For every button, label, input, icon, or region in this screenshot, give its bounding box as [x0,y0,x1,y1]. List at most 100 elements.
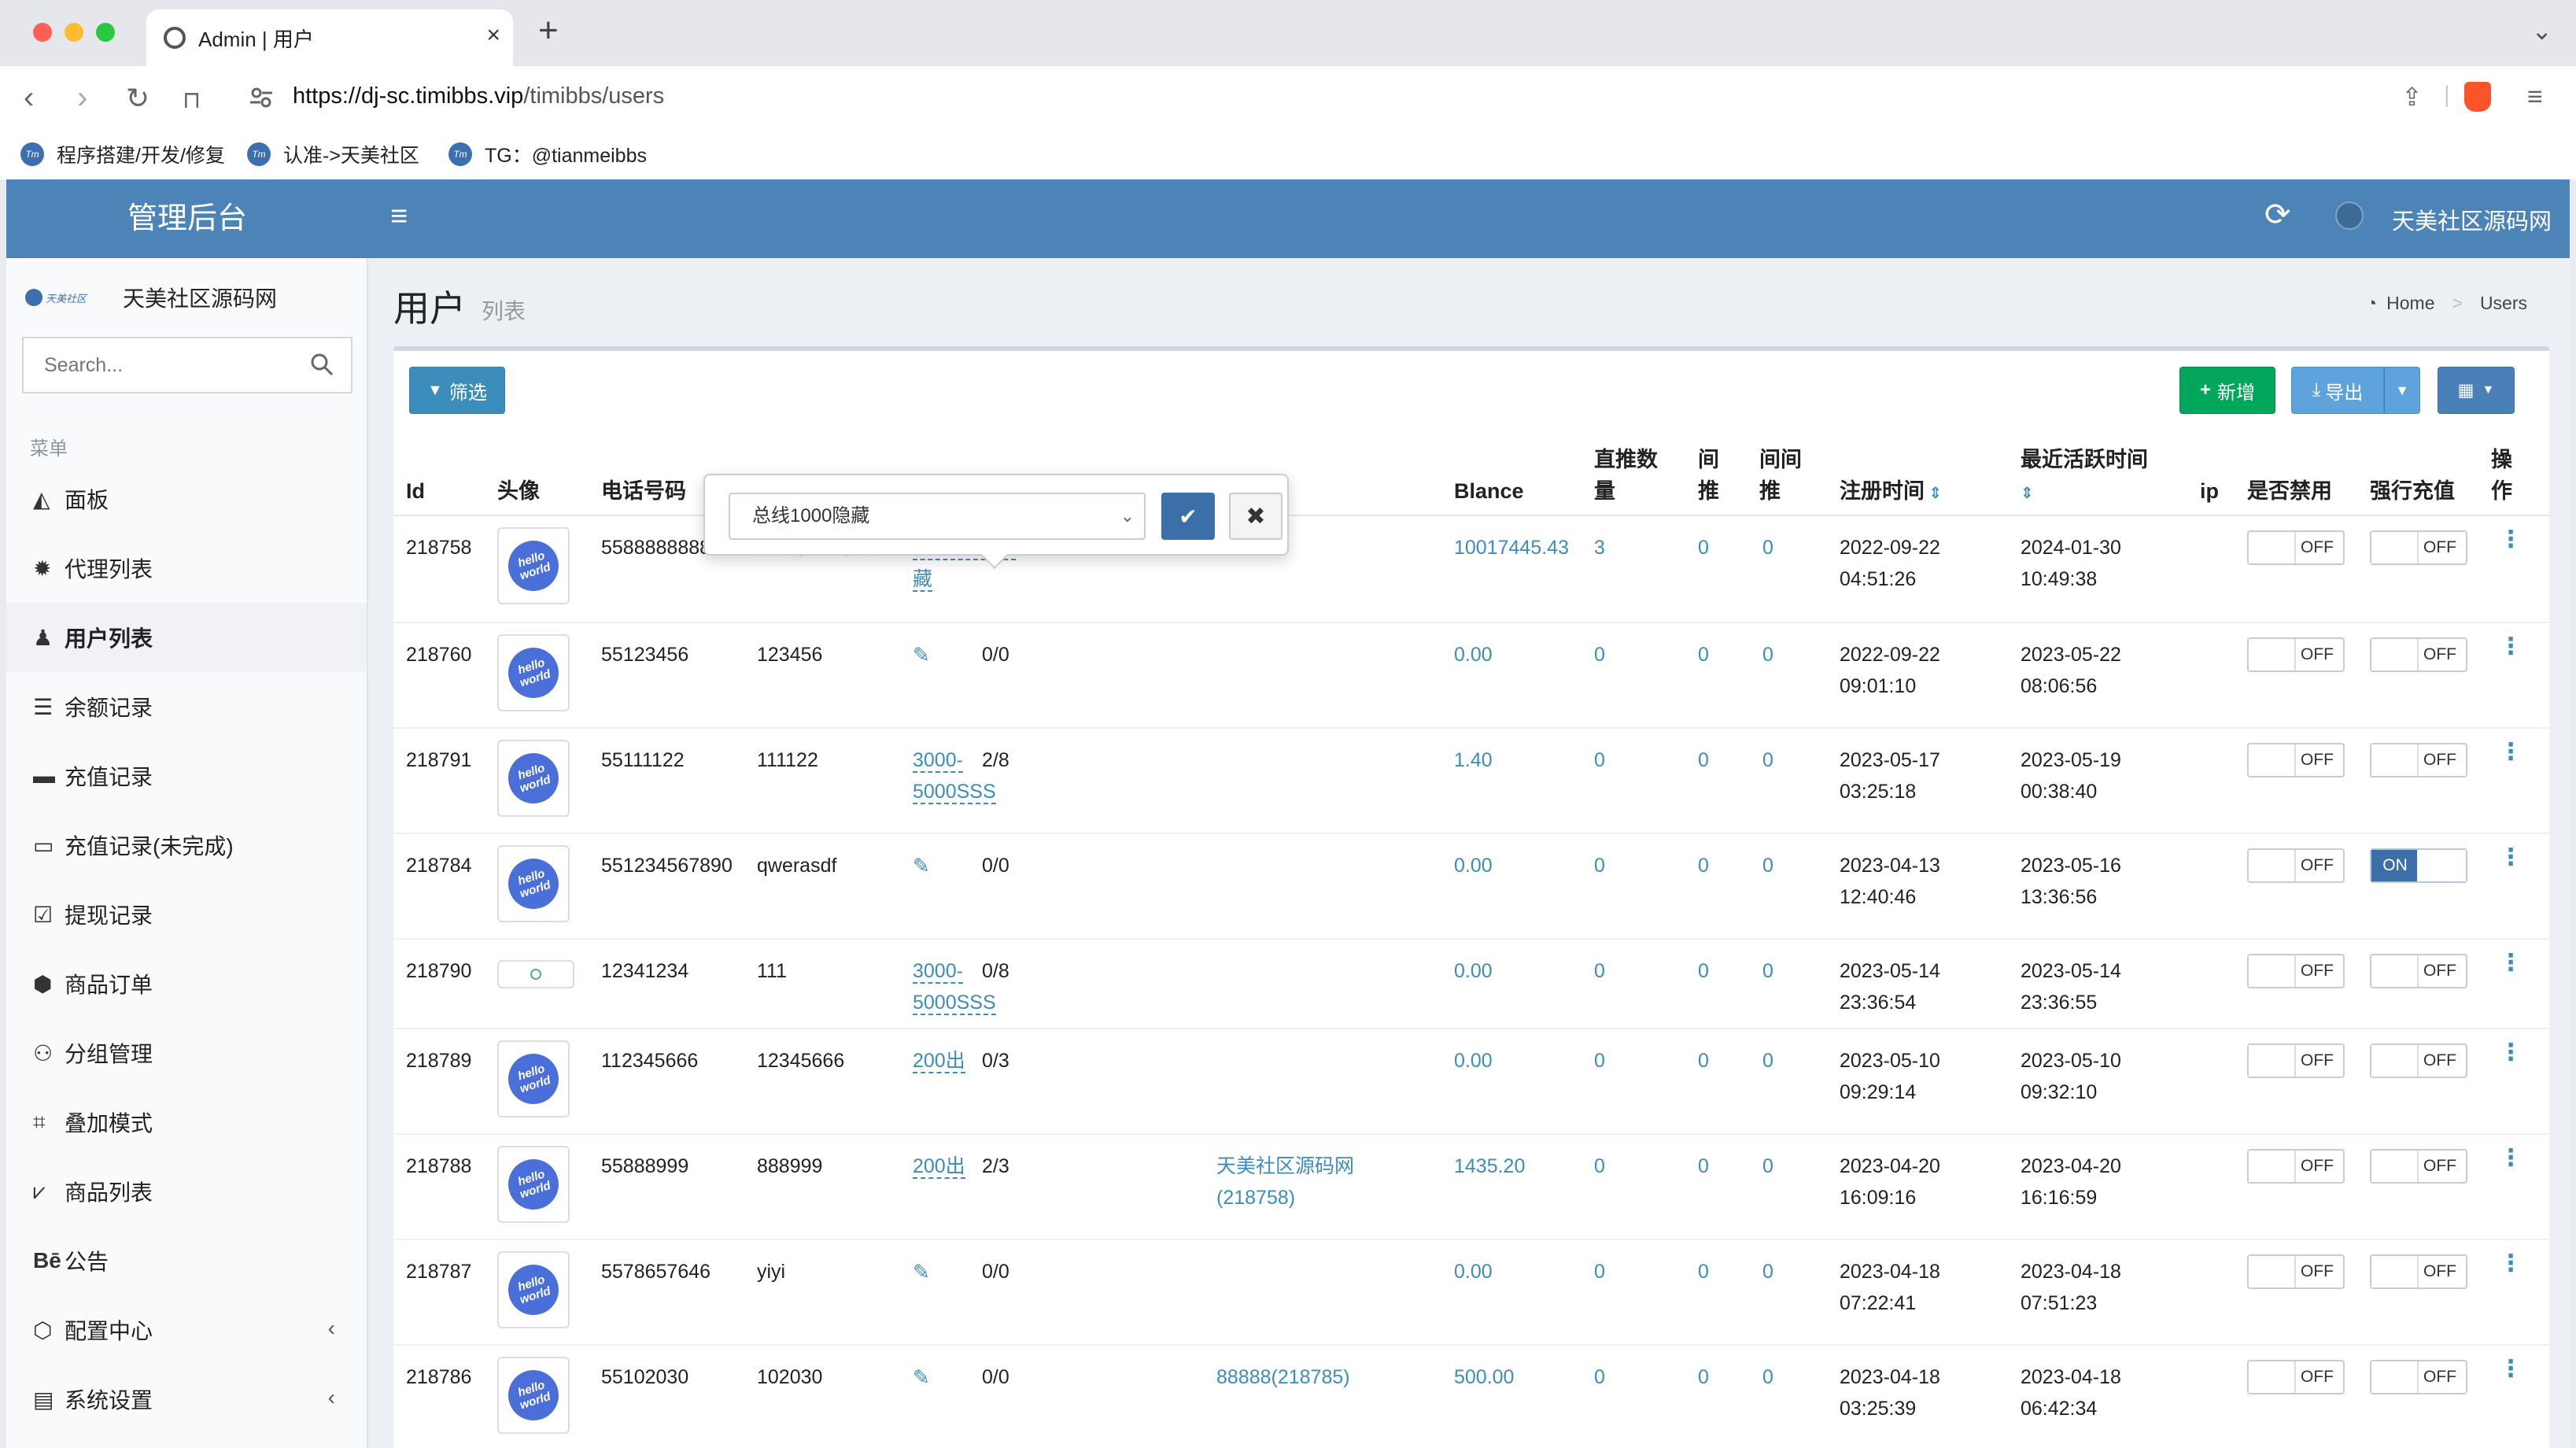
back-icon[interactable]: ‹ [24,80,34,116]
cell-balance[interactable]: 500.00 [1454,1361,1514,1393]
menu-icon[interactable]: ≡ [2527,82,2543,113]
force-recharge-toggle[interactable]: OFF [2370,743,2467,778]
avatar[interactable]: hello world [497,527,570,604]
cell-indirect-count[interactable]: 0 [1698,744,1709,776]
bookmark-icon[interactable]: ⊓ [183,87,201,114]
row-actions-kebab-icon[interactable]: ⋮ [2499,738,2522,766]
cell-indirect-count[interactable]: 0 [1698,850,1709,881]
share-icon[interactable]: ⇪ [2401,82,2423,112]
add-user-button[interactable]: + 新增 [2179,367,2275,414]
sidebar-item-withdraw-log[interactable]: ☑ 提现记录 [6,880,367,949]
column-header-id[interactable]: Id [406,475,425,507]
cell-direct-count[interactable]: 0 [1594,1256,1605,1287]
cell-indirect-count[interactable]: 0 [1698,1256,1709,1287]
cell-balance[interactable]: 0.00 [1454,850,1493,881]
pencil-icon[interactable]: ✎ [913,854,930,877]
cell-direct-count[interactable]: 0 [1594,1151,1605,1182]
disable-toggle[interactable]: OFF [2247,1254,2345,1289]
cancel-button[interactable]: ✖ [1229,493,1282,540]
avatar[interactable]: hello world [497,1357,570,1434]
pencil-icon[interactable]: ✎ [913,1365,930,1389]
site-settings-icon[interactable] [249,85,274,110]
sidebar-toggle-icon[interactable]: ≡ [390,200,408,234]
sort-icon[interactable]: ⇕ [1925,485,1943,502]
force-recharge-toggle[interactable]: OFF [2370,1254,2467,1289]
disable-toggle[interactable]: OFF [2247,1360,2345,1394]
group-editable-link[interactable]: 200出 [913,1050,965,1073]
cell-indirect2-count[interactable]: 0 [1762,1045,1773,1077]
sidebar-item-recharge-log[interactable]: ▬ 充值记录 [6,741,367,811]
cell-indirect2-count[interactable]: 0 [1762,955,1773,987]
brave-shield-icon[interactable] [2464,82,2491,112]
close-window-button[interactable] [33,23,52,42]
columns-button[interactable]: ▦ ▼ [2438,367,2515,414]
cell-indirect-count[interactable]: 0 [1698,532,1709,563]
cell-indirect2-count[interactable]: 0 [1762,1151,1773,1182]
browser-tab[interactable]: Admin | 用户 × [146,9,513,66]
cell-balance[interactable]: 0.00 [1454,955,1493,987]
avatar[interactable]: hello world [497,845,570,922]
sidebar-item-products[interactable]: ⩗ 商品列表 [6,1157,367,1226]
new-tab-button[interactable]: + [538,11,559,50]
cell-indirect-count[interactable]: 0 [1698,1151,1709,1182]
row-actions-kebab-icon[interactable]: ⋮ [2499,1355,2522,1383]
search-icon[interactable] [310,353,334,376]
group-select[interactable]: 总线1000隐藏 ⌄ [729,493,1146,540]
export-button[interactable]: ⤓ 导出 [2291,367,2384,414]
sidebar-item-agents[interactable]: ✹ 代理列表 [6,534,367,603]
row-actions-kebab-icon[interactable]: ⋮ [2499,1250,2522,1277]
pencil-icon[interactable]: ✎ [913,643,930,667]
cell-indirect2-count[interactable]: 0 [1762,850,1773,881]
force-recharge-toggle[interactable]: OFF [2370,1044,2467,1078]
cell-balance[interactable]: 10017445.43 [1454,532,1569,563]
sidebar-item-users[interactable]: ♟ 用户列表 [6,603,367,672]
sidebar-item-system-settings[interactable]: ▤ 系统设置 ‹ [6,1365,367,1434]
cell-indirect-count[interactable]: 0 [1698,1045,1709,1077]
cell-direct-count[interactable]: 0 [1594,639,1605,670]
pencil-icon[interactable]: ✎ [913,1260,930,1284]
disable-toggle[interactable]: OFF [2247,637,2345,672]
bookmark-item[interactable]: Tm 认准->天美社区 [247,139,419,170]
cell-indirect2-count[interactable]: 0 [1762,639,1773,670]
cell-balance[interactable]: 0.00 [1454,1256,1493,1287]
force-recharge-toggle[interactable]: ON [2370,848,2467,883]
sidebar-item-dashboard[interactable]: ◭ 面板 [6,464,367,534]
cell-direct-count[interactable]: 0 [1594,1361,1605,1393]
minimize-window-button[interactable] [65,23,83,42]
sidebar-item-stack-mode[interactable]: ⌗ 叠加模式 [6,1088,367,1157]
forward-icon[interactable]: › [77,80,87,116]
row-actions-kebab-icon[interactable]: ⋮ [2499,1039,2522,1066]
group-editable-link[interactable]: 200出 [913,1155,965,1179]
sidebar-item-groups[interactable]: ⚇ 分组管理 [6,1018,367,1088]
search-input[interactable] [24,338,307,392]
user-avatar[interactable] [2335,201,2364,230]
row-actions-kebab-icon[interactable]: ⋮ [2499,949,2522,977]
address-bar[interactable]: https://dj-sc.timibbs.vip/timibbs/users [293,83,664,109]
cell-balance[interactable]: 0.00 [1454,639,1493,670]
cell-indirect-count[interactable]: 0 [1698,639,1709,670]
cell-indirect2-count[interactable]: 0 [1762,1256,1773,1287]
cell-direct-count[interactable]: 0 [1594,955,1605,987]
reload-icon[interactable]: ↻ [126,82,149,115]
row-actions-kebab-icon[interactable]: ⋮ [2499,633,2522,660]
cell-balance[interactable]: 0.00 [1454,1045,1493,1077]
cell-direct-count[interactable]: 0 [1594,850,1605,881]
force-recharge-toggle[interactable]: OFF [2370,637,2467,672]
maximize-window-button[interactable] [96,23,115,42]
row-actions-kebab-icon[interactable]: ⋮ [2499,844,2522,871]
sort-icon[interactable]: ⇕ [2021,485,2034,502]
column-header-last-active[interactable]: 最近活跃时间 ⇕ [2021,444,2148,509]
force-recharge-toggle[interactable]: OFF [2370,530,2467,565]
disable-toggle[interactable]: OFF [2247,1044,2345,1078]
cell-indirect-count[interactable]: 0 [1698,1361,1709,1393]
force-recharge-toggle[interactable]: OFF [2370,1149,2467,1184]
disable-toggle[interactable]: OFF [2247,954,2345,988]
export-dropdown-button[interactable]: ▼ [2384,367,2420,414]
avatar[interactable]: hello world [497,740,570,817]
confirm-button[interactable]: ✔ [1161,493,1215,540]
app-logo-title[interactable]: 管理后台 [6,179,368,258]
cell-indirect-count[interactable]: 0 [1698,955,1709,987]
disable-toggle[interactable]: OFF [2247,530,2345,565]
sidebar-item-announcements[interactable]: Bē 公告 [6,1226,367,1295]
sidebar-item-orders[interactable]: ⬢ 商品订单 [6,949,367,1018]
